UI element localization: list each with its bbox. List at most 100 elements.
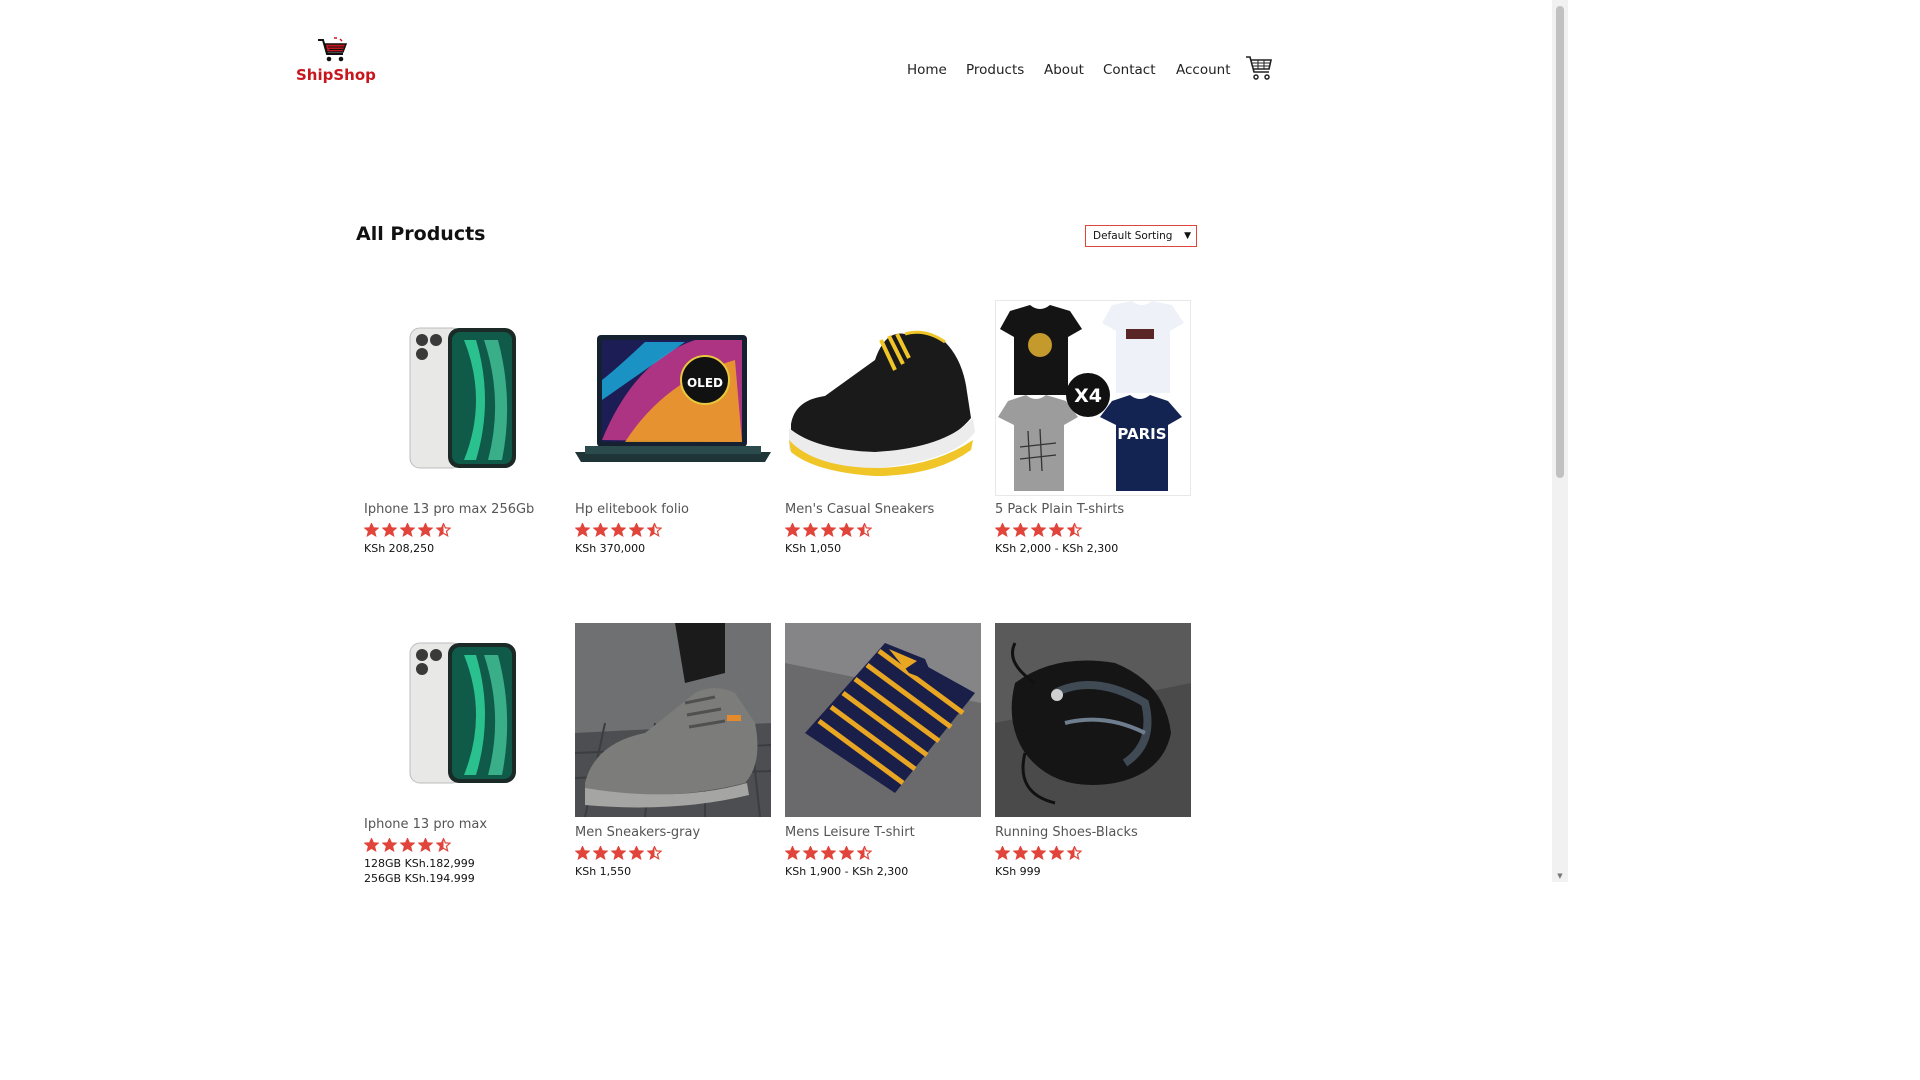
tshirts-badge: X4 [1074, 385, 1102, 407]
star-half-icon [647, 846, 662, 860]
product-image[interactable] [364, 300, 560, 496]
star-full-icon [629, 846, 644, 860]
product-price: 128GB KSh.182,999 [364, 857, 475, 870]
product-rating [364, 838, 451, 852]
product-image[interactable] [785, 300, 981, 496]
page: ShipShop Home Products About Contact Acc… [0, 0, 1552, 882]
star-full-icon [821, 846, 836, 860]
svg-text:OLED: OLED [687, 376, 723, 390]
product-name[interactable]: Iphone 13 pro max 256Gb [364, 502, 534, 517]
scroll-down-arrow-icon[interactable]: ▼ [1556, 872, 1564, 880]
nav-home[interactable]: Home [907, 61, 947, 79]
product-name[interactable]: Hp elitebook folio [575, 502, 689, 517]
star-full-icon [1013, 846, 1028, 860]
product-image[interactable] [364, 615, 560, 811]
sort-selected-value: Default Sorting [1093, 230, 1173, 242]
product-rating [575, 523, 662, 537]
nav-contact[interactable]: Contact [1103, 61, 1156, 79]
logo-cart-icon [318, 37, 348, 62]
star-full-icon [1031, 523, 1046, 537]
product-name[interactable]: Running Shoes-Blacks [995, 825, 1138, 840]
star-full-icon [1013, 523, 1028, 537]
star-half-icon [436, 523, 451, 537]
phone-image [409, 642, 516, 784]
star-full-icon [364, 838, 379, 852]
product-name[interactable]: Iphone 13 pro max [364, 817, 487, 832]
tshirts-image: PARIS X4 [996, 301, 1190, 495]
star-full-icon [839, 523, 854, 537]
product-price: KSh 999 [995, 865, 1041, 878]
star-full-icon [1049, 846, 1064, 860]
star-full-icon [400, 838, 415, 852]
star-full-icon [575, 846, 590, 860]
star-full-icon [629, 523, 644, 537]
nav-about[interactable]: About [1044, 61, 1084, 79]
phone-image [409, 327, 516, 469]
star-full-icon [382, 838, 397, 852]
star-full-icon [400, 523, 415, 537]
shipshop-logo[interactable]: ShipShop [292, 36, 376, 88]
star-full-icon [418, 523, 433, 537]
star-half-icon [857, 523, 872, 537]
product-image[interactable]: OLED [575, 300, 771, 496]
star-full-icon [803, 523, 818, 537]
star-full-icon [1049, 523, 1064, 537]
scrollbar-thumb[interactable] [1556, 6, 1564, 478]
laptop-image: OLED [575, 335, 771, 462]
product-rating [995, 523, 1082, 537]
product-price: KSh 2,000 - KSh 2,300 [995, 542, 1119, 555]
star-full-icon [575, 523, 590, 537]
star-full-icon [382, 523, 397, 537]
star-full-icon [785, 846, 800, 860]
cart-button[interactable] [1244, 54, 1274, 82]
star-full-icon [611, 846, 626, 860]
star-half-icon [647, 523, 662, 537]
product-image[interactable] [785, 623, 981, 817]
star-full-icon [593, 523, 608, 537]
product-price: KSh 370,000 [575, 542, 646, 555]
product-rating [785, 523, 872, 537]
star-full-icon [418, 838, 433, 852]
black-shoes-image [995, 623, 1191, 817]
product-name[interactable]: 5 Pack Plain T-shirts [995, 502, 1124, 517]
page-title: All Products [356, 223, 486, 245]
product-rating [575, 846, 662, 860]
star-full-icon [785, 523, 800, 537]
product-name[interactable]: Men Sneakers-gray [575, 825, 700, 840]
star-full-icon [593, 846, 608, 860]
striped-shirt-image [785, 623, 981, 817]
product-rating [364, 523, 451, 537]
star-half-icon [1067, 523, 1082, 537]
product-rating [785, 846, 872, 860]
nav-products[interactable]: Products [966, 61, 1024, 79]
cart-icon [1246, 56, 1272, 80]
svg-text:PARIS: PARIS [1117, 425, 1166, 443]
scrollbar[interactable]: ▼ [1552, 0, 1568, 882]
star-full-icon [995, 846, 1010, 860]
product-price-secondary: 256GB KSh.194,999 [364, 872, 475, 882]
nav-account[interactable]: Account [1176, 61, 1231, 79]
brand-name: ShipShop [296, 66, 376, 84]
sort-select[interactable]: Default Sorting ▼ [1085, 225, 1197, 247]
star-full-icon [995, 523, 1010, 537]
star-full-icon [364, 523, 379, 537]
star-full-icon [821, 523, 836, 537]
product-image[interactable] [995, 623, 1191, 817]
star-full-icon [839, 846, 854, 860]
product-image[interactable] [575, 623, 771, 817]
product-price: KSh 1,550 [575, 865, 632, 878]
product-price: KSh 1,050 [785, 542, 842, 555]
star-half-icon [1067, 846, 1082, 860]
star-half-icon [436, 838, 451, 852]
chevron-down-icon: ▼ [1184, 231, 1191, 241]
star-half-icon [857, 846, 872, 860]
product-image[interactable]: PARIS X4 [995, 300, 1191, 496]
star-full-icon [1031, 846, 1046, 860]
product-name[interactable]: Men's Casual Sneakers [785, 502, 934, 517]
product-price: KSh 1,900 - KSh 2,300 [785, 865, 909, 878]
product-price: KSh 208,250 [364, 542, 435, 555]
product-rating [995, 846, 1082, 860]
sneaker-image [789, 330, 975, 476]
product-name[interactable]: Mens Leisure T-shirt [785, 825, 915, 840]
star-full-icon [803, 846, 818, 860]
